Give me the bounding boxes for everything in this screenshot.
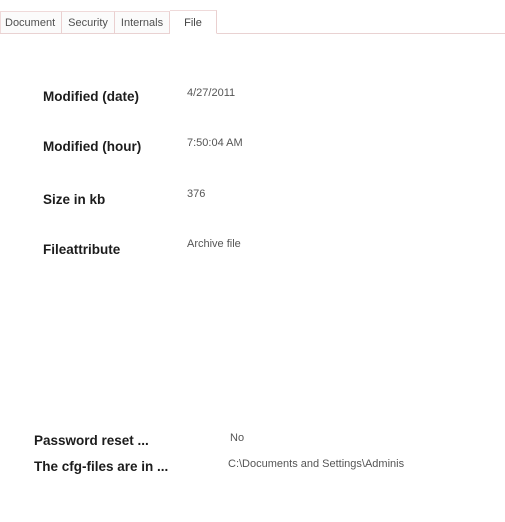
modified-date-label: Modified (date) bbox=[43, 89, 139, 104]
size-kb-value: 376 bbox=[187, 188, 206, 200]
cfg-files-path-value: C:\Documents and Settings\Adminis bbox=[228, 458, 405, 470]
password-reset-value: No bbox=[230, 432, 245, 444]
tab-file[interactable]: File bbox=[170, 10, 217, 34]
file-attribute-label: Fileattribute bbox=[43, 242, 121, 257]
file-attribute-value: Archive file bbox=[187, 238, 241, 250]
modified-date-value: 4/27/2011 bbox=[187, 87, 236, 99]
cfg-files-label: The cfg-files are in ... bbox=[34, 459, 169, 474]
tab-security[interactable]: Security bbox=[62, 11, 115, 33]
tab-document[interactable]: Document bbox=[0, 11, 63, 33]
modified-hour-value: 7:50:04 AM bbox=[187, 137, 243, 149]
password-reset-label: Password reset ... bbox=[34, 433, 149, 448]
tab-bar: Document Security Internals File bbox=[0, 7, 505, 34]
size-kb-label: Size in kb bbox=[43, 192, 106, 207]
tab-internals[interactable]: Internals bbox=[114, 11, 171, 33]
modified-hour-label: Modified (hour) bbox=[43, 139, 142, 154]
